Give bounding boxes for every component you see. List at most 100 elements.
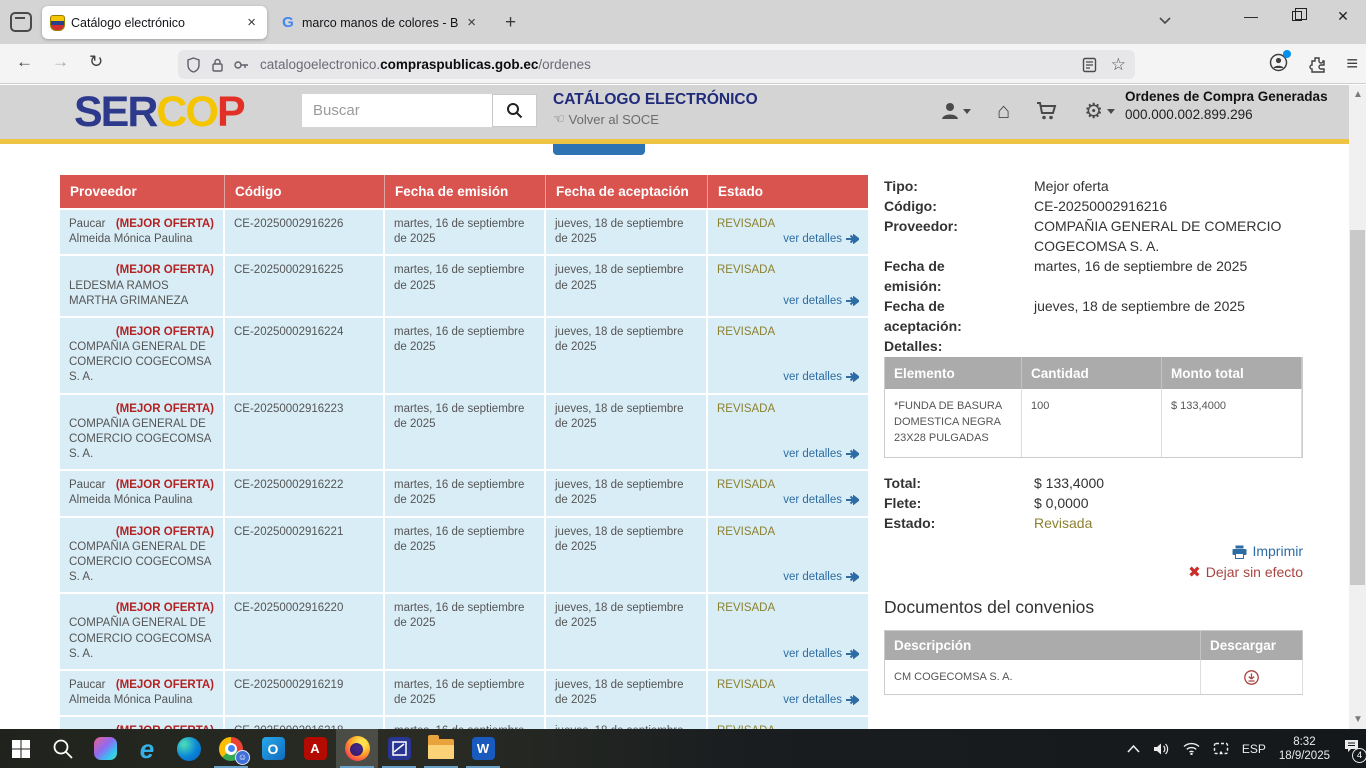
taskbar-edge-icon[interactable] — [168, 729, 210, 768]
close-button[interactable]: ✕ — [1320, 0, 1366, 32]
back-icon[interactable]: ← — [16, 52, 33, 72]
scrollbar-thumb[interactable] — [1350, 230, 1365, 585]
list-tabs-chevron-icon[interactable] — [1158, 14, 1172, 28]
account-icon[interactable] — [1269, 53, 1288, 77]
taskbar-outlook-icon[interactable]: O — [252, 729, 294, 768]
tab-close-icon[interactable]: × — [244, 14, 259, 31]
orders-table-body: (MEJOR OFERTA)Paucar Almeida Mónica Paul… — [60, 208, 868, 768]
sercop-logo[interactable]: SERCOP — [74, 88, 244, 136]
google-favicon: G — [280, 15, 296, 31]
clock[interactable]: 8:32 18/9/2025 — [1279, 735, 1330, 763]
reader-mode-icon[interactable] — [1082, 57, 1097, 73]
taskbar-acrobat-icon[interactable]: A — [294, 729, 336, 768]
volver-soce-link[interactable]: ☜ Volver al SOCE — [553, 112, 659, 127]
notification-badge: 4 — [1352, 748, 1366, 763]
arrow-right-icon — [846, 372, 859, 382]
imprimir-link[interactable]: Imprimir — [884, 541, 1303, 562]
status-cell: REVISADA ver detalles — [708, 210, 868, 254]
firefox-view-icon[interactable] — [10, 12, 32, 32]
column-header: Monto total — [1162, 357, 1302, 389]
detail-field: Tipo: Mejor oferta — [884, 176, 1303, 196]
ver-detalles-link[interactable]: ver detalles — [717, 693, 859, 708]
settings-menu-icon[interactable]: ⚙ — [1084, 99, 1115, 123]
status-cell: REVISADA ver detalles — [708, 395, 868, 470]
table-row[interactable]: (MEJOR OFERTA)COMPAÑIA GENERAL DE COMERC… — [60, 592, 868, 669]
clipped-blue-button[interactable] — [553, 144, 645, 155]
language-indicator[interactable]: ESP — [1242, 742, 1266, 756]
accepted-cell: jueves, 18 de septiembre de 2025 — [546, 671, 708, 715]
search-button[interactable] — [492, 94, 537, 127]
extensions-puzzle-icon[interactable] — [1308, 56, 1326, 74]
taskbar-firefox-icon[interactable] — [336, 729, 378, 768]
ver-detalles-link[interactable]: ver detalles — [717, 232, 859, 247]
restore-button[interactable] — [1274, 0, 1320, 32]
taskbar-scanner-icon[interactable] — [378, 729, 420, 768]
start-button[interactable] — [0, 729, 42, 768]
table-row[interactable]: (MEJOR OFERTA)LEDESMA RAMOS MARTHA GRIMA… — [60, 254, 868, 316]
issued-cell: martes, 16 de septiembre de 2025 — [385, 671, 546, 715]
new-tab-button[interactable]: + — [505, 12, 516, 34]
ver-detalles-link[interactable]: ver detalles — [717, 570, 859, 585]
ver-detalles-link[interactable]: ver detalles — [717, 447, 859, 462]
volume-icon[interactable] — [1153, 742, 1170, 756]
items-table-body: *FUNDA DE BASURA DOMESTICA NEGRA 23X28 P… — [885, 389, 1302, 457]
table-row[interactable]: (MEJOR OFERTA)COMPAÑIA GENERAL DE COMERC… — [60, 393, 868, 470]
table-row[interactable]: (MEJOR OFERTA)COMPAÑIA GENERAL DE COMERC… — [60, 316, 868, 393]
scroll-up-arrow[interactable]: ▲ — [1353, 89, 1363, 100]
taskbar-copilot-icon[interactable] — [84, 729, 126, 768]
reload-icon[interactable]: ↻ — [89, 52, 103, 72]
taskbar-chrome-icon[interactable]: ☺ — [210, 729, 252, 768]
tab-catalogo[interactable]: Catálogo electrónico × — [42, 6, 267, 39]
element-cell: *FUNDA DE BASURA DOMESTICA NEGRA 23X28 P… — [885, 389, 1022, 457]
ver-detalles-link[interactable]: ver detalles — [717, 294, 859, 309]
ver-detalles-link[interactable]: ver detalles — [717, 647, 859, 662]
tracking-shield-icon[interactable] — [186, 57, 201, 73]
arrow-right-icon — [846, 695, 859, 705]
items-table-header: ElementoCantidadMonto total — [885, 357, 1302, 389]
status-badge: REVISADA — [717, 325, 859, 340]
bookmark-star-icon[interactable]: ☆ — [1111, 55, 1126, 75]
taskbar-search-icon[interactable] — [42, 729, 84, 768]
tab-close-icon[interactable]: × — [464, 14, 479, 31]
taskbar-ie-icon[interactable]: e — [126, 729, 168, 768]
provider-cell: (MEJOR OFERTA)Paucar Almeida Mónica Paul… — [60, 471, 225, 515]
home-icon[interactable]: ⌂ — [997, 101, 1010, 121]
taskbar-file-explorer-icon[interactable] — [420, 729, 462, 768]
table-row[interactable]: (MEJOR OFERTA)Paucar Almeida Mónica Paul… — [60, 469, 868, 515]
chrome-profile-badge: ☺ — [235, 750, 250, 765]
lock-icon[interactable] — [211, 57, 224, 73]
cart-icon[interactable] — [1036, 101, 1058, 121]
total-row: Flete: $ 0,0000 — [884, 493, 1303, 513]
key-permission-icon[interactable] — [233, 57, 250, 73]
order-detail-panel: Tipo: Mejor oferta Código: CE-2025000291… — [884, 176, 1303, 695]
wifi-icon[interactable] — [1183, 742, 1200, 755]
url-bar[interactable]: catalogoelectronico.compraspublicas.gob.… — [178, 50, 1135, 79]
ver-detalles-link[interactable]: ver detalles — [717, 370, 859, 385]
dejar-sin-efecto-link[interactable]: ✖ Dejar sin efecto — [884, 562, 1303, 583]
provider-cell: (MEJOR OFERTA)Paucar Almeida Mónica Paul… — [60, 210, 225, 254]
accepted-cell: jueves, 18 de septiembre de 2025 — [546, 256, 708, 316]
notification-center-icon[interactable]: 4 — [1343, 738, 1360, 759]
column-header: Estado — [708, 175, 868, 208]
accepted-cell: jueves, 18 de septiembre de 2025 — [546, 395, 708, 470]
status-badge: REVISADA — [717, 263, 859, 278]
table-row[interactable]: (MEJOR OFERTA)Paucar Almeida Mónica Paul… — [60, 669, 868, 715]
issued-cell: martes, 16 de septiembre de 2025 — [385, 256, 546, 316]
minimize-button[interactable]: — — [1228, 0, 1274, 32]
issued-cell: martes, 16 de septiembre de 2025 — [385, 471, 546, 515]
search-input[interactable] — [302, 94, 492, 127]
taskbar-word-icon[interactable]: W — [462, 729, 504, 768]
page-scrollbar[interactable]: ▲ ▼ — [1349, 85, 1366, 729]
doc-download-cell[interactable] — [1201, 660, 1303, 694]
menu-hamburger-icon[interactable]: ≡ — [1346, 53, 1358, 76]
tab-google-search[interactable]: G marco manos de colores - Busca × — [272, 6, 487, 39]
table-row[interactable]: (MEJOR OFERTA)COMPAÑIA GENERAL DE COMERC… — [60, 516, 868, 593]
table-row[interactable]: (MEJOR OFERTA)Paucar Almeida Mónica Paul… — [60, 208, 868, 254]
tray-chevron-icon[interactable] — [1127, 744, 1140, 753]
user-menu-icon[interactable] — [940, 101, 971, 121]
wireless-display-icon[interactable] — [1213, 742, 1229, 755]
forward-icon[interactable]: → — [52, 52, 69, 72]
column-header: Fecha de emisión — [385, 175, 546, 208]
ver-detalles-link[interactable]: ver detalles — [717, 493, 859, 508]
scroll-down-arrow[interactable]: ▼ — [1353, 714, 1363, 725]
